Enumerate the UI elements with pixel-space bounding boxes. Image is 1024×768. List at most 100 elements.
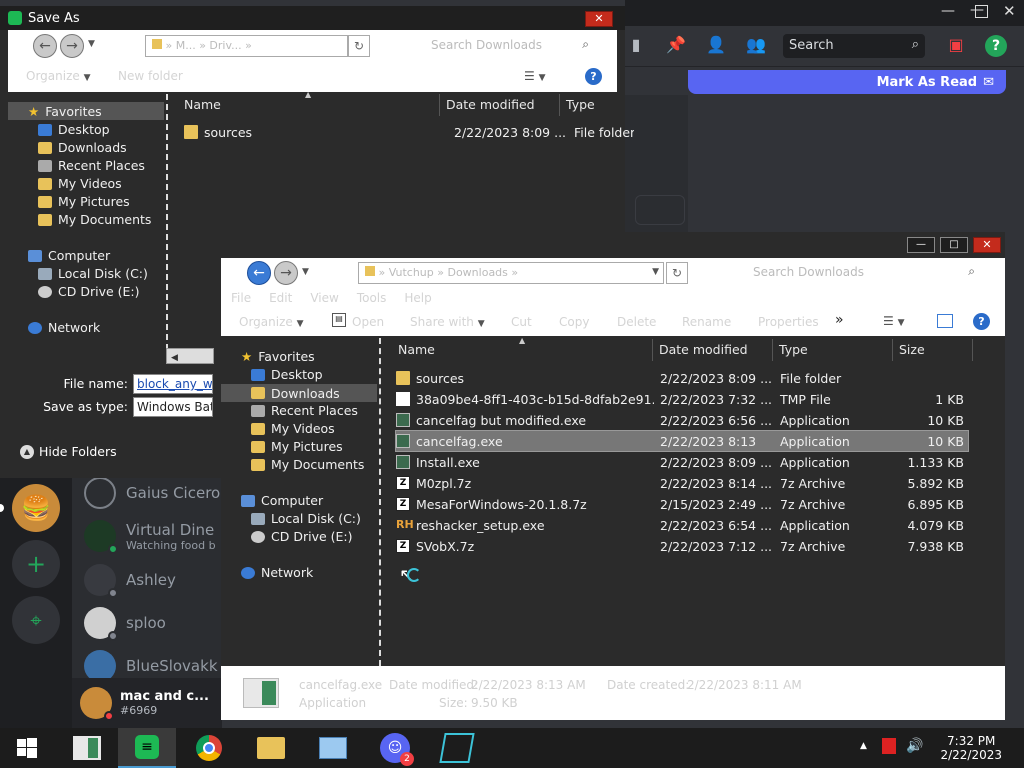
column-date[interactable]: Date modified: [653, 339, 773, 361]
dm-item[interactable]: sploo: [84, 605, 166, 641]
delete-button[interactable]: Delete: [617, 315, 656, 329]
forward-icon[interactable]: →: [60, 34, 84, 58]
refresh-icon[interactable]: ↻: [666, 262, 688, 284]
back-icon[interactable]: ←: [33, 34, 57, 58]
taskbar-app-control-panel[interactable]: [304, 728, 362, 768]
nav-favorites[interactable]: ★ Favorites: [241, 349, 315, 364]
system-clock[interactable]: 7:32 PM 2/22/2023: [940, 734, 1002, 762]
more-commands-icon[interactable]: »: [835, 312, 844, 328]
server-burger-icon[interactable]: 🍔: [12, 484, 60, 532]
close-button[interactable]: ✕: [585, 11, 613, 27]
copy-button[interactable]: Copy: [559, 315, 589, 329]
file-row[interactable]: RH reshacker_setup.exe 2/22/2023 6:54 ... A…: [396, 515, 968, 535]
open-icon[interactable]: ▤: [332, 313, 346, 327]
nav-computer[interactable]: Computer: [28, 248, 110, 263]
menu-view[interactable]: View: [310, 291, 338, 305]
inbox-icon[interactable]: ▣: [945, 35, 967, 55]
video-call-icon[interactable]: ▮: [625, 35, 647, 55]
nav-item-recent-places[interactable]: Recent Places: [38, 158, 145, 173]
start-button[interactable]: [0, 728, 54, 768]
nav-item-my-documents[interactable]: My Documents: [251, 457, 364, 472]
file-name-input[interactable]: block_any_we: [133, 374, 213, 394]
show-hidden-icons-icon[interactable]: ▲: [860, 741, 867, 751]
add-server-icon[interactable]: +: [12, 540, 60, 588]
column-type[interactable]: Type: [560, 94, 620, 116]
file-row[interactable]: cancelfag.exe 2/22/2023 8:13 Application 10…: [395, 430, 969, 452]
nav-item-my-videos[interactable]: My Videos: [251, 421, 335, 436]
discord-search-input[interactable]: Search ⌕: [783, 34, 925, 58]
nav-item-downloads[interactable]: Downloads: [221, 384, 377, 402]
action-center-flag-icon[interactable]: [882, 738, 896, 754]
hide-folders-button[interactable]: ▲ Hide Folders: [20, 444, 117, 459]
discord-close-icon[interactable]: ✕: [1003, 2, 1016, 20]
nav-item-my-documents[interactable]: My Documents: [38, 212, 151, 227]
history-dropdown-icon[interactable]: ▼: [302, 267, 309, 277]
members-icon[interactable]: 👥: [745, 35, 767, 55]
nav-drive-c[interactable]: Local Disk (C:): [38, 266, 148, 281]
file-row[interactable]: sources 2/22/2023 8:09 ... File folder: [396, 368, 968, 388]
search-input[interactable]: Search Downloads ⌕: [425, 35, 595, 57]
dm-item[interactable]: Gaius Cicero: [84, 475, 220, 511]
column-type[interactable]: Type: [773, 339, 893, 361]
cut-button[interactable]: Cut: [511, 315, 532, 329]
close-button[interactable]: ✕: [973, 237, 1001, 253]
share-with-button[interactable]: Share with ▼: [410, 315, 485, 329]
menu-edit[interactable]: Edit: [269, 291, 292, 305]
nav-item-desktop[interactable]: Desktop: [38, 122, 110, 137]
taskbar-app-installer[interactable]: [58, 728, 116, 768]
address-bar[interactable]: » M... » Driv... »: [145, 35, 348, 57]
search-input[interactable]: Search Downloads ⌕: [741, 262, 981, 284]
rename-button[interactable]: Rename: [682, 315, 731, 329]
discord-minimize-icon[interactable]: —: [941, 3, 955, 19]
file-row[interactable]: Z SVobX.7z 2/22/2023 7:12 ... 7z Archive 7.9…: [396, 536, 968, 556]
taskbar-app-notepad[interactable]: ≡: [118, 728, 176, 768]
nav-drive-e[interactable]: CD Drive (E:): [38, 284, 140, 299]
properties-button[interactable]: Properties: [758, 315, 819, 329]
nav-item-my-pictures[interactable]: My Pictures: [251, 439, 343, 454]
nav-item-desktop[interactable]: Desktop: [251, 367, 323, 382]
menu-tools[interactable]: Tools: [357, 291, 387, 305]
view-options-icon[interactable]: ☰ ▼: [524, 69, 546, 83]
explore-servers-icon[interactable]: ⌖: [12, 596, 60, 644]
taskbar-app-chrome[interactable]: [180, 728, 238, 768]
help-icon[interactable]: ?: [985, 35, 1007, 57]
nav-item-recent-places[interactable]: Recent Places: [251, 403, 358, 418]
column-date[interactable]: Date modified: [440, 94, 560, 116]
taskbar-app-discord[interactable]: ☺ 2: [366, 728, 424, 768]
view-options-icon[interactable]: ☰ ▼: [883, 314, 905, 328]
file-row[interactable]: Z MesaForWindows-20.1.8.7z 2/15/2023 2:49 …: [396, 494, 968, 514]
back-icon[interactable]: ←: [247, 261, 271, 285]
forward-icon[interactable]: →: [274, 261, 298, 285]
nav-computer[interactable]: Computer: [241, 493, 323, 508]
taskbar-app-file-explorer[interactable]: [242, 728, 300, 768]
volume-icon[interactable]: 🔊: [906, 738, 923, 754]
file-row[interactable]: Z M0zpl.7z 2/22/2023 8:14 ... 7z Archive 5.8…: [396, 473, 968, 493]
open-button[interactable]: Open: [352, 315, 384, 329]
nav-item-my-pictures[interactable]: My Pictures: [38, 194, 130, 209]
save-as-type-select[interactable]: Windows Batc: [133, 397, 213, 417]
nav-network[interactable]: Network: [241, 565, 313, 580]
new-folder-button[interactable]: New folder: [118, 69, 183, 83]
taskbar-app-reshacker[interactable]: [428, 728, 486, 768]
help-icon[interactable]: ?: [973, 313, 990, 330]
add-member-icon[interactable]: 👤: [705, 35, 727, 55]
help-icon[interactable]: ?: [585, 68, 602, 85]
nav-drive-c[interactable]: Local Disk (C:): [251, 511, 361, 526]
address-bar[interactable]: » Vutchup » Downloads » ▼: [358, 262, 664, 284]
maximize-button[interactable]: □: [940, 237, 968, 253]
organize-button[interactable]: Organize ▼: [239, 315, 304, 329]
history-dropdown-icon[interactable]: ▼: [88, 39, 95, 49]
mark-as-read-button[interactable]: Mark As Read ✉: [688, 70, 1006, 94]
horizontal-scrollbar[interactable]: ◀: [166, 348, 214, 364]
file-row[interactable]: sources 2/22/2023 8:09 ... File folder: [184, 122, 634, 142]
dm-item[interactable]: Ashley: [84, 562, 176, 598]
preview-pane-icon[interactable]: [937, 314, 953, 328]
column-size[interactable]: Size: [893, 339, 973, 361]
nav-item-my-videos[interactable]: My Videos: [38, 176, 122, 191]
minimize-button[interactable]: —: [907, 237, 935, 253]
pin-icon[interactable]: 📌: [665, 35, 687, 55]
discord-maximize-icon[interactable]: [975, 5, 988, 18]
menu-help[interactable]: Help: [404, 291, 431, 305]
file-row[interactable]: cancelfag but modified.exe 2/22/2023 6:56…: [396, 410, 968, 430]
refresh-icon[interactable]: ↻: [348, 35, 370, 57]
